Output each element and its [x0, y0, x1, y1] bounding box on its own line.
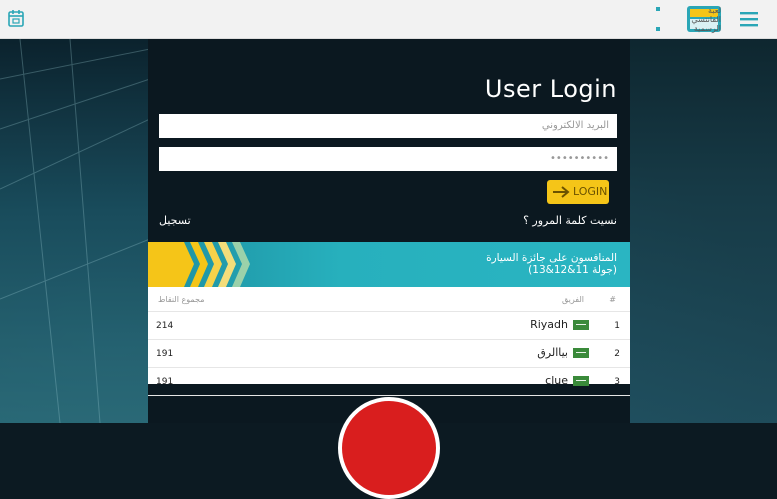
- points-cell: 191: [156, 377, 174, 387]
- banner-line: المنافسون على جائزة السيارة: [486, 252, 617, 264]
- team-cell: بياالرق: [537, 346, 568, 359]
- arrow-right-icon: [553, 186, 570, 198]
- password-field[interactable]: ••••••••••: [159, 147, 617, 171]
- saudi-flag-icon: [573, 376, 589, 386]
- team-header: الفريق: [561, 295, 584, 304]
- banner-title: المنافسون على جائزة السيارة (جولة 11&12&…: [486, 252, 617, 276]
- saudi-flag-icon: [573, 320, 589, 330]
- logo-text-line: لعبة: [708, 6, 721, 15]
- saudi-flag-icon: [573, 348, 589, 358]
- rank-header: #: [609, 295, 616, 304]
- table-row[interactable]: 191 clue 3: [148, 368, 630, 396]
- rank-cell: 1: [614, 321, 620, 331]
- team-cell: clue: [545, 374, 568, 387]
- logo-text-line: الرسمية: [693, 24, 721, 33]
- red-circle-badge[interactable]: [338, 397, 440, 499]
- points-cell: 214: [156, 321, 174, 331]
- table-row[interactable]: 191 بياالرق 2: [148, 340, 630, 368]
- rank-cell: 2: [614, 349, 620, 359]
- chevrons-graphic: [148, 242, 250, 287]
- logo-caption: لعبة الفانتسي الرسمية: [691, 6, 721, 33]
- page-title: User Login: [484, 75, 617, 103]
- points-header: مجموع النقاط: [158, 295, 205, 304]
- stadium-image-right: [627, 39, 777, 423]
- stadium-image-left: [0, 39, 151, 423]
- email-field[interactable]: البريد الالكتروني: [159, 114, 617, 138]
- team-cell: Riyadh: [530, 318, 568, 331]
- calendar-icon[interactable]: [8, 9, 24, 27]
- points-cell: 191: [156, 349, 174, 359]
- leaderboard-table: مجموع النقاط الفريق # 214 Riyadh 1 191 ب…: [148, 287, 630, 396]
- login-button[interactable]: LOGIN: [547, 180, 609, 204]
- banner-line: (جولة 11&12&13): [528, 264, 617, 276]
- table-header: مجموع النقاط الفريق #: [148, 287, 630, 312]
- logo-text-line: الفانتسي: [691, 15, 721, 24]
- login-button-label: LOGIN: [573, 185, 608, 198]
- hamburger-menu-icon[interactable]: [740, 11, 758, 27]
- top-bar: لعبة الفانتسي الرسمية: [0, 0, 777, 39]
- car-prize-banner: المنافسون على جائزة السيارة (جولة 11&12&…: [148, 242, 630, 287]
- table-row[interactable]: 214 Riyadh 1: [148, 312, 630, 340]
- rank-cell: 3: [614, 377, 620, 387]
- register-link[interactable]: تسجيل: [159, 214, 191, 227]
- forgot-password-link[interactable]: نسيت كلمة المرور ؟: [520, 214, 617, 227]
